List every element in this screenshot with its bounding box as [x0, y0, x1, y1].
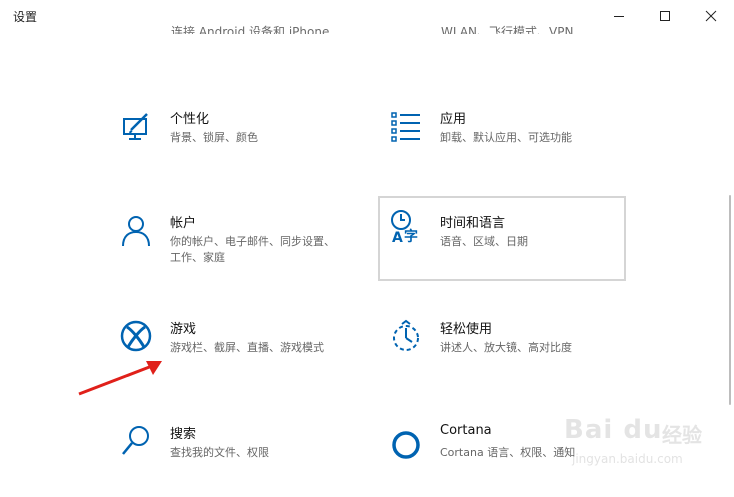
svg-text:字: 字	[404, 228, 418, 244]
close-icon	[705, 10, 717, 22]
scrollbar-thumb[interactable]	[729, 195, 731, 405]
xbox-icon	[120, 320, 152, 352]
tile-search[interactable]: 搜索 查找我的文件、权限	[108, 415, 356, 497]
tile-apps[interactable]: 应用 卸载、默认应用、可选功能	[378, 100, 626, 182]
search-icon	[122, 426, 149, 455]
watermark-word: 经验	[662, 423, 702, 447]
maximize-button[interactable]	[642, 0, 688, 32]
minimize-button[interactable]	[596, 0, 642, 32]
tile-description: 语音、区域、日期	[440, 235, 528, 248]
cut-off-tile-description-left: 连接 Android 设备和 iPhone	[171, 25, 330, 34]
minimize-icon	[614, 16, 624, 17]
watermark-brand: Bai du	[564, 415, 663, 445]
tile-description: 卸载、默认应用、可选功能	[440, 131, 572, 144]
tile-title: 应用	[440, 112, 467, 127]
annotation-arrow	[78, 361, 162, 396]
apps-list-icon	[391, 112, 420, 142]
person-icon	[122, 216, 150, 247]
tile-description: 查找我的文件、权限	[170, 446, 269, 459]
personalization-icon	[123, 113, 148, 140]
close-button[interactable]	[688, 0, 734, 32]
tile-description: 你的帐户、电子邮件、同步设置、工作、家庭	[170, 235, 335, 264]
tile-title: Cortana	[440, 423, 492, 438]
tile-title: 搜索	[170, 427, 197, 442]
tile-accounts[interactable]: 帐户 你的帐户、电子邮件、同步设置、工作、家庭	[108, 204, 356, 286]
title-bar: 设置	[0, 0, 734, 32]
tile-time-language[interactable]: A 字 时间和语言 语音、区域、日期	[378, 196, 626, 281]
time-language-icon: A 字	[391, 210, 418, 244]
tile-title: 游戏	[170, 322, 197, 337]
tile-title: 个性化	[170, 112, 210, 127]
tile-ease-of-access[interactable]: 轻松使用 讲述人、放大镜、高对比度	[378, 310, 626, 392]
tile-title: 轻松使用	[440, 322, 493, 337]
ease-of-access-icon	[393, 319, 419, 351]
window-title: 设置	[13, 10, 38, 24]
cut-off-tile-description-right: WLAN、飞行模式、VPN	[441, 25, 574, 34]
svg-text:A: A	[392, 230, 403, 244]
tile-title: 帐户	[170, 216, 197, 231]
watermark: Bai du 经验 jingyan.baidu.com	[560, 405, 730, 475]
tile-title: 时间和语言	[440, 216, 506, 231]
maximize-icon	[660, 11, 670, 21]
tile-description: 讲述人、放大镜、高对比度	[440, 341, 572, 354]
tile-description: 背景、锁屏、颜色	[170, 131, 258, 144]
tile-personalization[interactable]: 个性化 背景、锁屏、颜色	[108, 100, 356, 182]
tile-description: 游戏栏、截屏、直播、游戏模式	[170, 341, 324, 354]
watermark-url: jingyan.baidu.com	[572, 452, 683, 466]
cortana-icon	[392, 431, 420, 459]
